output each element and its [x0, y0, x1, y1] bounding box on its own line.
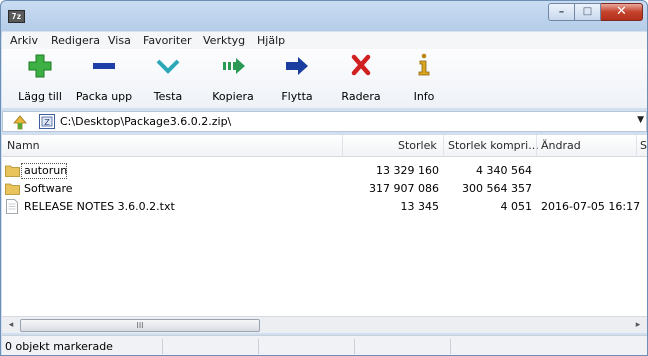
delete-x-icon [351, 54, 371, 76]
menu-favoriter[interactable]: Favoriter [143, 34, 191, 47]
test-checkmark-icon [156, 59, 180, 74]
status-bar: 0 objekt markerade [2, 335, 647, 355]
close-icon: ✕ [616, 4, 627, 19]
menu-visa[interactable]: Visa [108, 34, 131, 47]
up-folder-icon[interactable] [12, 114, 28, 130]
list-row[interactable]: autorun 13 329 160 4 340 564 [2, 162, 647, 180]
file-packed-size: 4 051 [500, 200, 533, 213]
status-divider [258, 339, 259, 354]
extract-button[interactable]: Packa upp [74, 49, 134, 107]
menu-redigera[interactable]: Redigera [51, 34, 100, 47]
status-divider [162, 339, 163, 354]
add-icon [28, 54, 52, 78]
title-bar[interactable]: 7z – □ ✕ [1, 1, 647, 31]
add-button[interactable]: Lägg till [10, 49, 70, 107]
scroll-left-icon[interactable]: ◂ [3, 318, 19, 333]
file-packed-size: 4 340 564 [476, 164, 532, 177]
column-size[interactable]: Storlek [398, 139, 437, 152]
close-button[interactable]: ✕ [601, 3, 643, 21]
scrollbar-thumb[interactable]: III [20, 319, 260, 332]
status-divider [450, 339, 451, 354]
file-name: Software [24, 182, 73, 195]
file-size: 13 345 [400, 200, 440, 213]
maximize-icon: □ [582, 6, 593, 17]
test-button[interactable]: Testa [138, 49, 198, 107]
file-name: RELEASE NOTES 3.6.0.2.txt [24, 200, 175, 213]
copy-arrow-icon [223, 58, 245, 74]
column-modified[interactable]: Ändrad [541, 139, 581, 152]
address-dropdown-icon[interactable]: ▼ [637, 115, 644, 125]
column-divider[interactable] [536, 135, 537, 157]
copy-label: Kopiera [212, 90, 254, 103]
address-bar[interactable]: Z C:\Desktop\Package3.6.0.2.zip\ ▼ [2, 111, 647, 132]
column-divider[interactable] [342, 135, 343, 157]
copy-button[interactable]: Kopiera [203, 49, 263, 107]
move-label: Flytta [281, 90, 313, 103]
delete-label: Radera [341, 90, 381, 103]
add-label: Lägg till [18, 90, 62, 103]
status-divider [354, 339, 355, 354]
list-row[interactable]: RELEASE NOTES 3.6.0.2.txt 13 345 4 051 2… [2, 198, 647, 216]
menu-hjalp[interactable]: Hjälp [257, 34, 285, 47]
scroll-right-icon[interactable]: ▸ [630, 318, 646, 333]
menu-bar: Arkiv Redigera Visa Favoriter Verktyg Hj… [2, 31, 647, 49]
delete-button[interactable]: Radera [331, 49, 391, 107]
minimize-button[interactable]: – [548, 3, 575, 21]
file-name: autorun [24, 164, 68, 177]
info-button[interactable]: Info [394, 49, 454, 107]
menu-verktyg[interactable]: Verktyg [203, 34, 245, 47]
folder-icon [5, 165, 20, 177]
column-packed-size[interactable]: Storlek kompri... [448, 139, 539, 152]
maximize-button[interactable]: □ [575, 3, 601, 21]
column-divider[interactable] [636, 135, 637, 157]
file-list[interactable]: Namn Storlek Storlek kompri... Ändrad S … [2, 134, 647, 316]
file-size: 13 329 160 [376, 164, 439, 177]
file-modified: 2016-07-05 16:17 [541, 200, 641, 213]
move-arrow-icon [286, 57, 308, 75]
toolbar: Lägg till Packa upp Testa Kopiera Flytta… [2, 49, 647, 109]
status-selection-text: 0 objekt markerade [5, 340, 113, 353]
info-icon [418, 53, 430, 76]
file-packed-size: 300 564 357 [462, 182, 532, 195]
info-label: Info [413, 90, 435, 103]
thumb-grip: III [136, 321, 144, 330]
horizontal-scrollbar[interactable]: ◂ III ▸ [2, 316, 647, 333]
folder-icon [5, 183, 20, 195]
7zip-app-icon[interactable]: 7z [8, 10, 25, 23]
column-divider[interactable] [443, 135, 444, 157]
minimize-icon: – [558, 5, 565, 18]
test-label: Testa [153, 90, 183, 103]
app-window: 7z – □ ✕ Arkiv Redigera Visa Favoriter V… [0, 0, 648, 356]
column-name[interactable]: Namn [7, 139, 40, 152]
move-button[interactable]: Flytta [267, 49, 327, 107]
list-row[interactable]: Software 317 907 086 300 564 357 [2, 180, 647, 198]
svg-text:Z: Z [44, 118, 50, 127]
list-header: Namn Storlek Storlek kompri... Ändrad S [2, 135, 647, 157]
extract-icon [93, 63, 115, 69]
menu-arkiv[interactable]: Arkiv [10, 34, 38, 47]
extract-label: Packa upp [75, 90, 133, 103]
text-file-icon [6, 199, 18, 214]
address-path[interactable]: C:\Desktop\Package3.6.0.2.zip\ [60, 115, 231, 128]
column-extra[interactable]: S [640, 139, 647, 152]
file-size: 317 907 086 [369, 182, 439, 195]
archive-icon: Z [39, 114, 55, 129]
